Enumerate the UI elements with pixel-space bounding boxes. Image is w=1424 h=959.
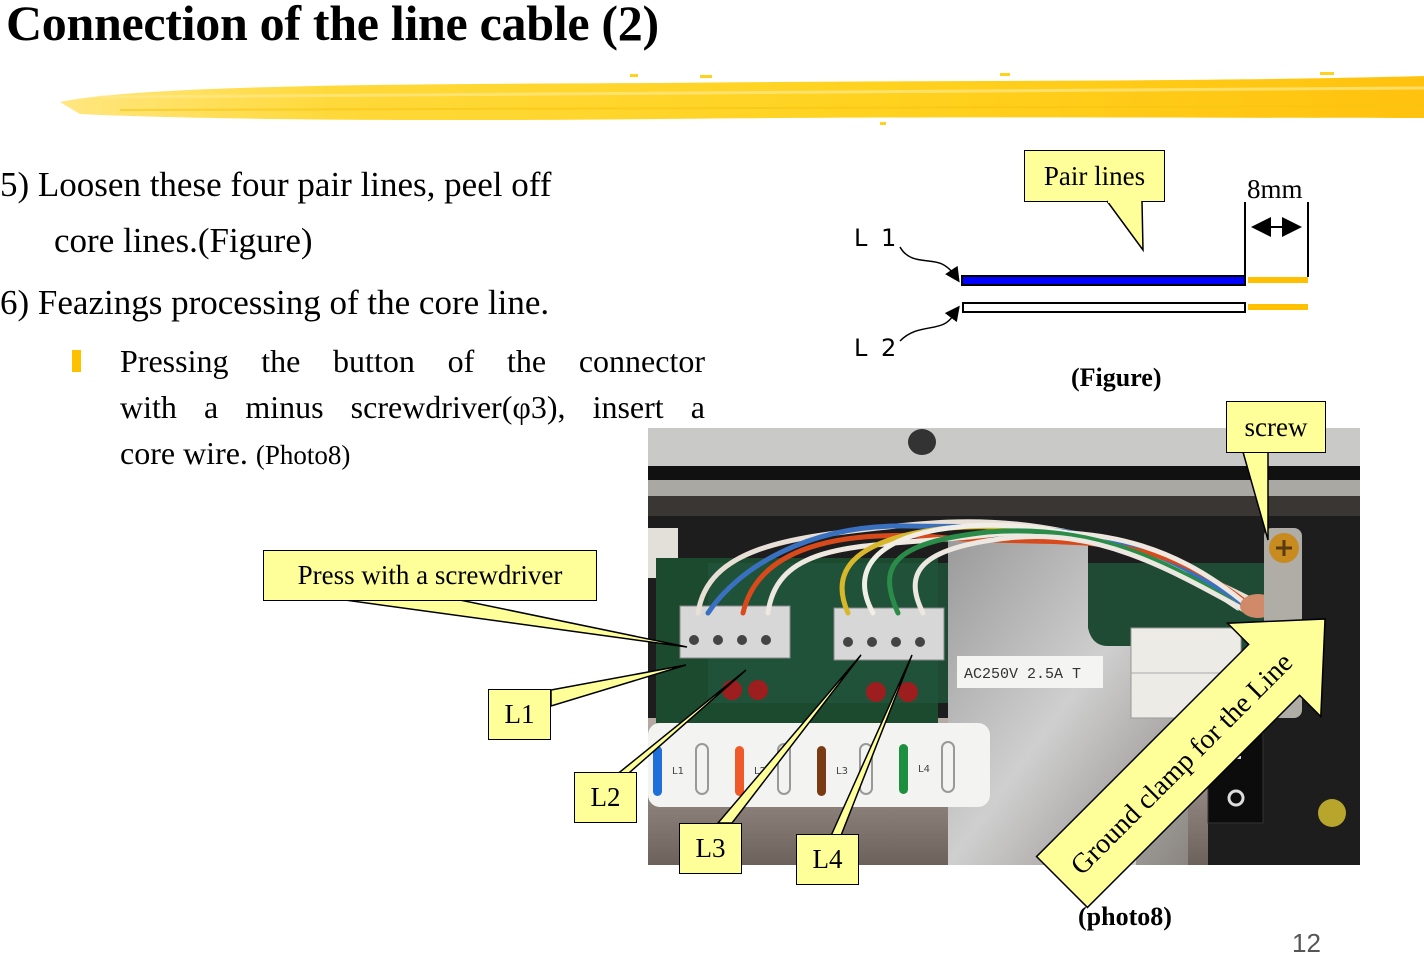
slide-title: Connection of the line cable (2) <box>6 0 659 51</box>
bullet-line1: Pressing the button of the connector <box>120 343 705 379</box>
photo-reference: (Photo8) <box>255 440 351 470</box>
bullet-line3-text: core wire. <box>120 435 248 471</box>
l1-pointer-arrow <box>899 246 960 283</box>
photo-caption: (photo8) <box>1078 902 1172 931</box>
press-callout-tail <box>344 599 688 648</box>
pair-lines-callout-tail <box>1106 200 1144 253</box>
l1-wire <box>961 275 1246 286</box>
sticker-label-l3: L3 <box>836 766 848 777</box>
step5-line1: 5) Loosen these four pair lines, peel of… <box>0 165 552 204</box>
l1-core <box>1248 277 1308 283</box>
terminal-board-photo: AC250V 2.5A T L1 L2 L3 L4 <box>648 428 1360 865</box>
sticker-label-l2: L2 <box>754 766 766 777</box>
l3-callout: L3 <box>679 823 742 874</box>
l1-callout: L1 <box>488 689 551 740</box>
l4-callout: L4 <box>796 834 859 885</box>
screw-callout: screw <box>1226 401 1326 453</box>
sticker-label-l1: L1 <box>672 766 684 777</box>
l2-core <box>1248 304 1308 310</box>
fuse-label: AC250V 2.5A T <box>964 666 1081 683</box>
photo-illustration: AC250V 2.5A T L1 L2 L3 L4 <box>648 428 1360 865</box>
step6-heading: 6) Feazings processing of the core line. <box>0 283 550 322</box>
l2-wire <box>962 302 1246 313</box>
bullet-line2: with a minus screwdriver(φ3), insert a <box>120 389 705 425</box>
bullet-line3: core wire. (Photo8) <box>120 430 350 478</box>
step5-line2: core lines.(Figure) <box>54 221 313 260</box>
page-number: 12 <box>1292 928 1321 958</box>
pair-lines-figure <box>899 199 1309 342</box>
press-screwdriver-callout: Press with a screwdriver <box>263 550 597 601</box>
l2-callout: L2 <box>574 772 637 823</box>
bullet-marker-icon <box>72 350 81 372</box>
l2-pointer-arrow <box>899 305 960 342</box>
title-underline-brush <box>60 72 1424 125</box>
sticker-label-l4: L4 <box>918 764 930 775</box>
figure-caption: (Figure) <box>1071 363 1162 392</box>
